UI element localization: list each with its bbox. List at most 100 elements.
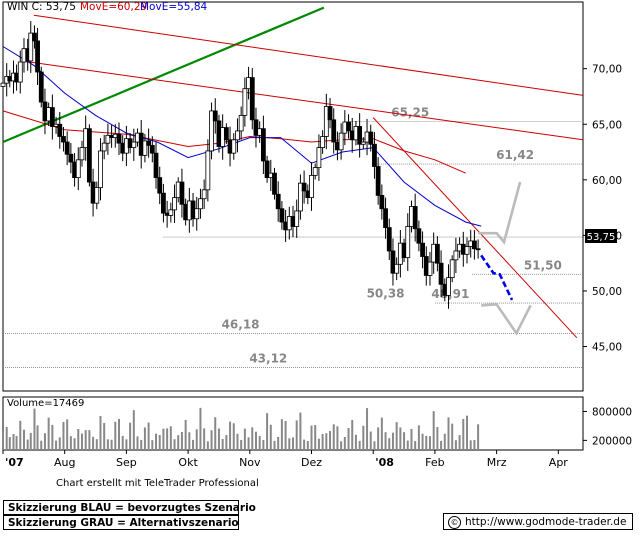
bar-body-24 xyxy=(86,128,92,183)
price-axis: 45,0050,0055,0060,0065,0070,00 xyxy=(583,64,622,354)
bar-body-11 xyxy=(38,71,44,103)
bar-body-128 xyxy=(472,240,477,250)
price-tick-label-1: 50,00 xyxy=(592,286,622,298)
bar-body-68 xyxy=(249,77,255,121)
website-link[interactable]: © http://www.godmode-trader.de xyxy=(443,513,633,530)
bar-body-110 xyxy=(405,226,411,259)
ma2-header: MovE=55,84 xyxy=(140,1,208,13)
time-tick-label-7: Feb xyxy=(425,456,444,469)
last-price-label: 53,75 xyxy=(587,232,616,243)
bar-body-5 xyxy=(17,61,23,83)
price-tick-label-5: 70,00 xyxy=(592,64,622,76)
bar-body-40 xyxy=(146,140,152,146)
bar-body-41 xyxy=(149,144,155,154)
bar-body-119 xyxy=(438,262,444,285)
bar-body-32 xyxy=(116,133,122,144)
bar-body-87 xyxy=(320,136,326,148)
bar-body-47 xyxy=(172,197,177,211)
bar-body-58 xyxy=(212,110,218,122)
bar-body-104 xyxy=(383,208,388,229)
website-url: http://www.godmode-trader.de xyxy=(465,516,627,528)
price-tick-label-3: 60,00 xyxy=(592,175,622,187)
bar-body-49 xyxy=(179,181,185,205)
bar-body-75 xyxy=(275,193,281,210)
stock-chart: 65,2561,4251,5048,9146,1843,1250,38 45,0… xyxy=(0,1,632,469)
bar-body-121 xyxy=(446,277,451,296)
bar-body-19 xyxy=(68,153,74,163)
bar-body-80 xyxy=(294,210,300,227)
bar-body-113 xyxy=(416,228,422,244)
last-price-marker: 53,75 xyxy=(585,229,617,243)
ma1-header: MovE=60,29 xyxy=(80,1,148,13)
symbol-header: WIN C: 53,75 xyxy=(7,1,76,13)
bar-body-97 xyxy=(357,126,363,145)
volume-label: Volume=17469 xyxy=(7,398,85,409)
volume-axis: 200000 800000 xyxy=(583,406,632,447)
bar-body-14 xyxy=(49,107,55,127)
bar-body-107 xyxy=(394,263,400,274)
bar-body-10 xyxy=(35,40,40,73)
bar-body-16 xyxy=(57,123,63,137)
legend-grey: Skizzierung GRAU = Alternativszenario xyxy=(3,515,239,530)
time-tick-label-5: Dez xyxy=(301,456,322,469)
bar-body-0 xyxy=(0,82,6,87)
bar-body-74 xyxy=(272,172,277,195)
bar-body-102 xyxy=(375,166,381,196)
bar-body-17 xyxy=(61,136,66,143)
bar-body-22 xyxy=(79,147,85,161)
bar-body-9 xyxy=(32,32,37,42)
price-tick-label-0: 45,00 xyxy=(592,342,622,354)
bar-body-116 xyxy=(427,261,433,276)
legend-blue: Skizzierung BLAU = bevorzugtes Szenario xyxy=(3,500,256,515)
bar-body-90 xyxy=(331,119,337,143)
bar-body-71 xyxy=(260,128,266,162)
copyright-icon: © xyxy=(448,515,461,529)
bar-body-54 xyxy=(198,198,203,210)
chart-credit: Chart erstellt mit TeleTrader Profession… xyxy=(56,478,259,489)
bar-body-61 xyxy=(223,127,229,141)
bar-body-53 xyxy=(194,208,200,220)
time-tick-label-9: Apr xyxy=(549,456,569,469)
bar-body-100 xyxy=(368,131,374,145)
bar-body-64 xyxy=(235,130,240,141)
extra-label-0: 50,38 xyxy=(367,287,405,301)
bar-body-82 xyxy=(301,182,307,192)
time-tick-label-8: Mrz xyxy=(487,456,507,469)
bar-body-86 xyxy=(316,147,322,169)
time-tick-label-6: '08 xyxy=(375,456,394,469)
price-tick-label-4: 65,00 xyxy=(592,119,622,131)
bar-body-114 xyxy=(420,242,425,257)
bar-body-56 xyxy=(205,150,211,191)
bar-body-123 xyxy=(453,250,459,261)
bar-body-105 xyxy=(386,227,392,252)
level-label-1: 61,42 xyxy=(496,148,534,162)
bar-body-112 xyxy=(412,206,418,230)
bar-body-89 xyxy=(327,106,333,121)
time-tick-label-1: Aug xyxy=(54,456,75,469)
bar-body-129 xyxy=(475,248,481,251)
bar-body-46 xyxy=(168,209,174,216)
bar-body-21 xyxy=(75,159,81,179)
time-tick-label-2: Sep xyxy=(116,456,137,469)
time-tick-label-4: Nov xyxy=(239,456,261,469)
bar-body-85 xyxy=(312,167,318,176)
bar-body-36 xyxy=(131,141,137,148)
bar-body-122 xyxy=(449,259,455,279)
bar-body-103 xyxy=(379,194,385,210)
bar-body-66 xyxy=(242,88,248,116)
bar-body-92 xyxy=(338,132,344,151)
bar-body-18 xyxy=(64,141,70,155)
bar-body-28 xyxy=(101,142,107,152)
bar-body-76 xyxy=(279,208,285,223)
bar-body-26 xyxy=(94,187,100,204)
bar-body-43 xyxy=(157,177,163,194)
bar-body-44 xyxy=(161,192,166,214)
bar-body-55 xyxy=(201,189,207,200)
price-panel xyxy=(2,1,584,392)
bar-body-27 xyxy=(98,150,103,189)
bar-body-42 xyxy=(153,152,159,179)
time-tick-label-3: Okt xyxy=(178,456,198,469)
volume-tick-label-0: 200000 xyxy=(592,435,632,447)
time-axis: '07 Aug Sep Okt Nov Dez '08 Feb Mrz Apr xyxy=(2,450,569,469)
level-label-3: 51,50 xyxy=(524,258,562,272)
